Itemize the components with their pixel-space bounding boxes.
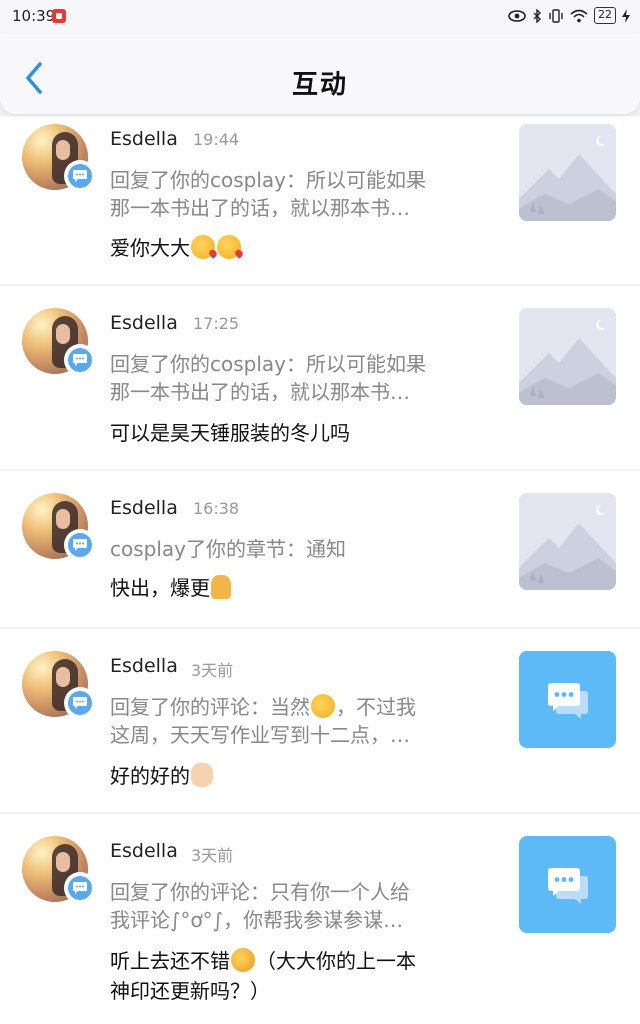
thinking-emoji-icon (231, 948, 255, 972)
status-time: 10:39 (12, 7, 56, 25)
ok-hand-emoji-icon (191, 763, 213, 787)
image-placeholder-thumbnail[interactable] (519, 124, 616, 221)
reply-content: 好的好的 (110, 764, 190, 788)
quoted-text-line: 我评论∫°ơ°∫，你帮我参谋参谋… (110, 908, 404, 932)
list-item[interactable]: Esdella 16:38 cosplay了你的章节：通知 快出，爆更 (0, 471, 640, 627)
bluetooth-icon (533, 8, 541, 23)
quoted-text-line: 回复了你的cosplay：所以可能如果 (110, 352, 426, 376)
eye-icon (508, 9, 526, 22)
reply-line: 听上去还不错 （大大你的上一本 (110, 946, 490, 976)
mountain-placeholder-icon (519, 124, 616, 221)
timestamp: 3天前 (191, 846, 234, 865)
user-name[interactable]: Esdella (110, 655, 178, 677)
kiss-emoji-icon (217, 235, 241, 259)
list-item[interactable]: Esdella 3天前 回复了你的评论：当然 ，不过我 这周，天天写作业写到十二点… (0, 629, 640, 812)
quoted-text: 回复了你的cosplay：所以可能如果 那一本书出了的话，就以那本书… (110, 350, 480, 406)
wifi-icon (570, 9, 588, 22)
quoted-text: 回复了你的评论：当然 ，不过我 这周，天天写作业写到十二点，… (110, 693, 480, 749)
status-icons: 22 (508, 7, 630, 24)
quoted-text-line: cosplay了你的章节：通知 (110, 537, 346, 561)
timestamp: 19:44 (193, 130, 240, 149)
quoted-text: 回复了你的cosplay：所以可能如果 那一本书出了的话，就以那本书… (110, 166, 480, 222)
comment-badge-icon (64, 872, 96, 904)
comment-badge-icon (64, 687, 96, 719)
timestamp: 17:25 (193, 314, 240, 333)
quoted-text-line: 回复了你的评论：当然 ，不过我 (110, 693, 480, 721)
interaction-list: Esdella 19:44 回复了你的cosplay：所以可能如果 那一本书出了… (0, 116, 640, 1024)
kiss-emoji-icon (191, 235, 215, 259)
user-name[interactable]: Esdella (110, 312, 178, 334)
reply-text: 听上去还不错 （大大你的上一本 神印还更新吗？） (110, 946, 490, 1006)
mountain-placeholder-icon (519, 493, 616, 590)
battery-icon: 22 (594, 7, 616, 24)
quoted-text: cosplay了你的章节：通知 (110, 535, 480, 563)
chat-bubbles-icon (548, 683, 588, 719)
comment-thumbnail[interactable] (519, 651, 616, 748)
chat-bubbles-icon (548, 868, 588, 904)
quoted-text: 回复了你的评论：只有你一个人给 我评论∫°ơ°∫，你帮我参谋参谋… (110, 878, 480, 934)
reply-content: （大大你的上一本 (256, 949, 416, 973)
reply-line: 神印还更新吗？） (110, 979, 270, 1003)
header-bar: 互动 (0, 34, 640, 114)
quoted-text-line: 这周，天天写作业写到十二点，… (110, 723, 410, 747)
user-name[interactable]: Esdella (110, 497, 178, 519)
image-placeholder-thumbnail[interactable] (519, 493, 616, 590)
image-placeholder-thumbnail[interactable] (519, 308, 616, 405)
quoted-text-line: 那一本书出了的话，就以那本书… (110, 380, 410, 404)
quoted-text-line: 回复了你的评论：只有你一个人给 (110, 880, 410, 904)
quoted-text-part: 回复了你的评论：当然 (110, 695, 310, 719)
charging-icon (622, 8, 630, 23)
pray-emoji-icon (211, 575, 231, 599)
reply-content: 快出，爆更 (110, 576, 210, 600)
comment-badge-icon (64, 344, 96, 376)
status-bar: 10:39 22 (0, 0, 640, 34)
page-title: 互动 (291, 70, 348, 100)
reply-text: 可以是昊天锤服装的冬儿吗 (110, 418, 490, 448)
quoted-text-line: 回复了你的cosplay：所以可能如果 (110, 168, 426, 192)
reply-text: 好的好的 (110, 761, 490, 791)
vibrate-icon (549, 8, 563, 23)
reply-text: 爱你大大 (110, 233, 490, 263)
list-item[interactable]: Esdella 3天前 回复了你的评论：只有你一个人给 我评论∫°ơ°∫，你帮我… (0, 814, 640, 1024)
comment-thumbnail[interactable] (519, 836, 616, 933)
quoted-text-part: ，不过我 (336, 695, 416, 719)
timestamp: 16:38 (193, 499, 240, 518)
user-name[interactable]: Esdella (110, 840, 178, 862)
quoted-text-line: 那一本书出了的话，就以那本书… (110, 196, 410, 220)
reply-text: 快出，爆更 (110, 573, 490, 603)
list-item[interactable]: Esdella 17:25 回复了你的cosplay：所以可能如果 那一本书出了… (0, 286, 640, 469)
reply-content: 可以是昊天锤服装的冬儿吗 (110, 421, 350, 445)
reply-content: 听上去还不错 (110, 949, 230, 973)
user-name[interactable]: Esdella (110, 128, 178, 150)
list-item[interactable]: Esdella 19:44 回复了你的cosplay：所以可能如果 那一本书出了… (0, 116, 640, 284)
comment-badge-icon (64, 529, 96, 561)
comment-badge-icon (64, 160, 96, 192)
mountain-placeholder-icon (519, 308, 616, 405)
timestamp: 3天前 (191, 661, 234, 680)
smile-emoji-icon (311, 694, 335, 718)
screen-record-icon (52, 9, 66, 23)
reply-content: 爱你大大 (110, 236, 190, 260)
